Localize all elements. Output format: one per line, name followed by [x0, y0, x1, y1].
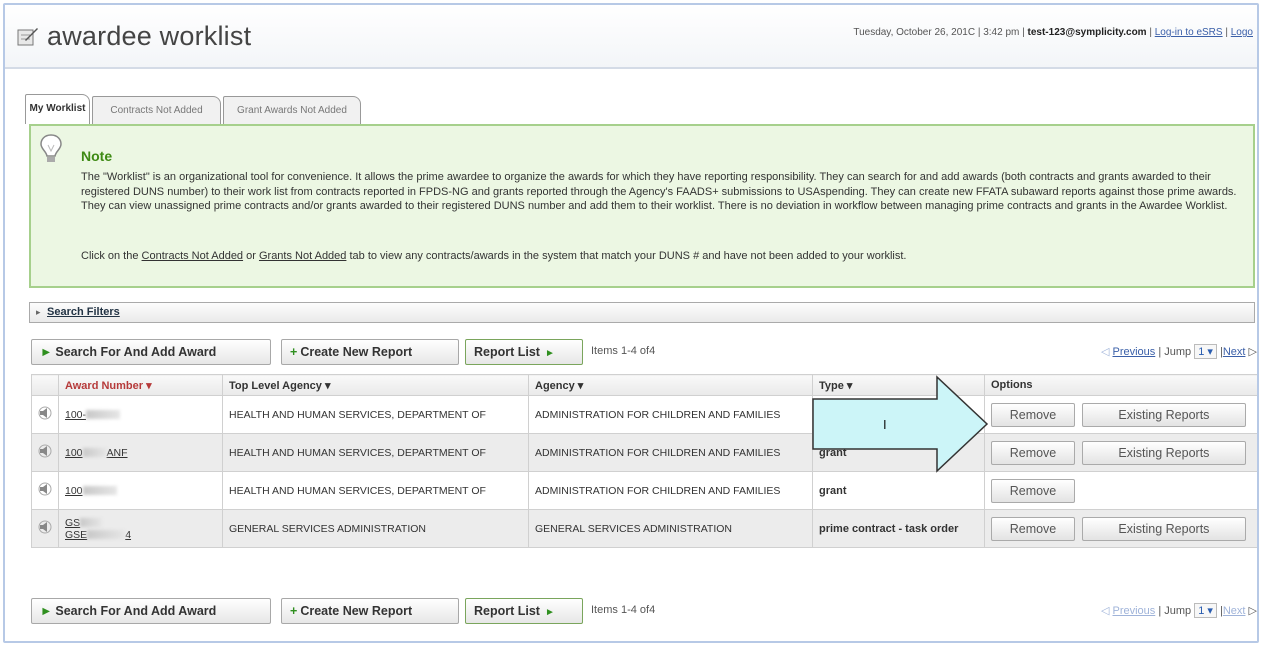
- redacted-text: [82, 486, 117, 496]
- login-esrs-link[interactable]: Log-in to eSRS: [1155, 27, 1223, 38]
- grants-not-added-link[interactable]: Grants Not Added: [259, 250, 346, 262]
- redacted-text: [87, 530, 126, 540]
- lightbulb-icon: [40, 134, 62, 162]
- table-header-row: Award Number ▾ Top Level Agency ▾ Agency…: [31, 374, 1257, 396]
- previous-link[interactable]: Previous: [1112, 605, 1155, 617]
- report-list-button[interactable]: Report List ►: [465, 339, 583, 365]
- page-jump-select[interactable]: 1 ▾: [1194, 603, 1217, 618]
- callout-arrow-shape: [812, 375, 989, 473]
- expand-caret-icon[interactable]: ▸: [36, 307, 41, 318]
- play-icon: ►: [40, 604, 53, 618]
- plus-icon: +: [290, 604, 298, 618]
- award-number-link[interactable]: 100-: [65, 409, 121, 421]
- pager-bottom: ◁ Previous | Jump 1 ▾ |Next ▷: [1100, 603, 1257, 618]
- top-agency-cell: HEALTH AND HUMAN SERVICES, DEPARTMENT OF: [222, 395, 529, 434]
- contracts-not-added-link[interactable]: Contracts Not Added: [142, 250, 244, 262]
- search-filters-bar[interactable]: ▸ Search Filters: [29, 302, 1255, 323]
- speaker-icon[interactable]: [38, 520, 52, 534]
- plus-icon: +: [290, 345, 298, 359]
- worklist-icon: [17, 28, 38, 46]
- items-count: Items 1-4 of4: [591, 604, 656, 616]
- col-top-level-agency[interactable]: Top Level Agency ▾: [222, 374, 529, 396]
- items-count: Items 1-4 of4: [591, 345, 656, 357]
- redacted-text: [82, 448, 107, 458]
- previous-link[interactable]: Previous: [1112, 346, 1155, 358]
- award-number-link[interactable]: 100: [65, 485, 117, 497]
- next-arrow-icon: ▷: [1248, 605, 1257, 617]
- tab-contracts-not-added[interactable]: Contracts Not Added: [92, 96, 221, 124]
- prev-arrow-icon: ◁: [1100, 605, 1110, 617]
- search-and-add-award-button[interactable]: ► Search For And Add Award: [31, 598, 271, 624]
- award-number-link[interactable]: GS GSE 4: [65, 517, 131, 541]
- toolbar-top: ► Search For And Add Award + Create New Re…: [31, 339, 1257, 365]
- top-agency-cell: GENERAL SERVICES ADMINISTRATION: [222, 509, 529, 548]
- date-time: Tuesday, October 26, 201C | 3:42 pm |: [853, 27, 1025, 38]
- note-title: Note: [81, 148, 113, 164]
- user-email: test-123@symplicity.com: [1027, 27, 1147, 38]
- note-text: The "Worklist" is an organizational tool…: [81, 171, 1237, 212]
- agency-cell: ADMINISTRATION FOR CHILDREN AND FAMILIES: [528, 433, 813, 472]
- existing-reports-button[interactable]: Existing Reports: [1081, 516, 1246, 541]
- redacted-text: [80, 518, 103, 528]
- remove-button[interactable]: Remove: [991, 402, 1075, 427]
- note-panel: Note The "Worklist" is an organizational…: [29, 124, 1255, 288]
- table-row: 100- HEALTH AND HUMAN SERVICES, DEPARTME…: [31, 395, 1257, 434]
- table-row: GS GSE 4 GENERAL SERVICES ADMINISTRATION G…: [31, 509, 1257, 548]
- table-row: 100 HEALTH AND HUMAN SERVICES, DEPARTMEN…: [31, 471, 1257, 510]
- search-filters-link[interactable]: Search Filters: [47, 306, 120, 318]
- col-award-number[interactable]: Award Number ▾: [58, 374, 223, 396]
- page-jump-select[interactable]: 1 ▾: [1194, 344, 1217, 359]
- next-link[interactable]: Next: [1223, 346, 1246, 358]
- speaker-icon[interactable]: [38, 482, 52, 496]
- note-instructions: Click on the Contracts Not Added or Gran…: [81, 250, 907, 262]
- tab-grant-awards-not-added[interactable]: Grant Awards Not Added: [223, 96, 361, 124]
- report-list-button[interactable]: Report List ►: [465, 598, 583, 624]
- tab-my-worklist[interactable]: My Worklist: [25, 94, 90, 124]
- speaker-icon[interactable]: [38, 406, 52, 420]
- agency-cell: GENERAL SERVICES ADMINISTRATION: [528, 509, 813, 548]
- page-title: awardee worklist: [47, 21, 252, 51]
- callout-text: I: [883, 417, 887, 432]
- existing-reports-button[interactable]: Existing Reports: [1081, 440, 1246, 465]
- arrow-right-icon: ►: [544, 607, 555, 618]
- col-options: Options: [984, 374, 1257, 396]
- search-and-add-award-button[interactable]: ► Search For And Add Award: [31, 339, 271, 365]
- remove-button[interactable]: Remove: [991, 516, 1075, 541]
- play-icon: ►: [40, 345, 53, 359]
- table-row: 100 ANF HEALTH AND HUMAN SERVICES, DEPART…: [31, 433, 1257, 472]
- speaker-icon[interactable]: [38, 444, 52, 458]
- redacted-text: [86, 410, 121, 420]
- col-agency[interactable]: Agency ▾: [528, 374, 813, 396]
- arrow-right-icon: ►: [544, 348, 555, 359]
- top-agency-cell: HEALTH AND HUMAN SERVICES, DEPARTMENT OF: [222, 471, 529, 510]
- page-header: awardee worklist Tuesday, October 26, 20…: [5, 5, 1257, 69]
- award-number-link[interactable]: 100 ANF: [65, 447, 128, 459]
- user-bar: Tuesday, October 26, 201C | 3:42 pm | te…: [853, 27, 1253, 38]
- type-cell: grant: [812, 471, 985, 510]
- agency-cell: ADMINISTRATION FOR CHILDREN AND FAMILIES: [528, 471, 813, 510]
- awards-table: Award Number ▾ Top Level Agency ▾ Agency…: [31, 374, 1257, 548]
- top-agency-cell: HEALTH AND HUMAN SERVICES, DEPARTMENT OF: [222, 433, 529, 472]
- next-link[interactable]: Next: [1223, 605, 1246, 617]
- agency-cell: ADMINISTRATION FOR CHILDREN AND FAMILIES: [528, 395, 813, 434]
- logout-link[interactable]: Logo: [1231, 27, 1253, 38]
- existing-reports-button[interactable]: Existing Reports: [1081, 402, 1246, 427]
- create-new-report-button[interactable]: + Create New Report: [281, 598, 459, 624]
- next-arrow-icon: ▷: [1248, 346, 1257, 358]
- prev-arrow-icon: ◁: [1100, 346, 1110, 358]
- remove-button[interactable]: Remove: [991, 440, 1075, 465]
- remove-button[interactable]: Remove: [991, 478, 1075, 503]
- callout-arrow: I: [812, 375, 989, 473]
- pager-top: ◁ Previous | Jump 1 ▾ |Next ▷: [1100, 344, 1257, 359]
- type-cell: prime contract - task order: [812, 509, 985, 548]
- toolbar-bottom: ► Search For And Add Award + Create New Re…: [31, 598, 1257, 624]
- create-new-report-button[interactable]: + Create New Report: [281, 339, 459, 365]
- app-window: awardee worklist Tuesday, October 26, 20…: [3, 3, 1259, 643]
